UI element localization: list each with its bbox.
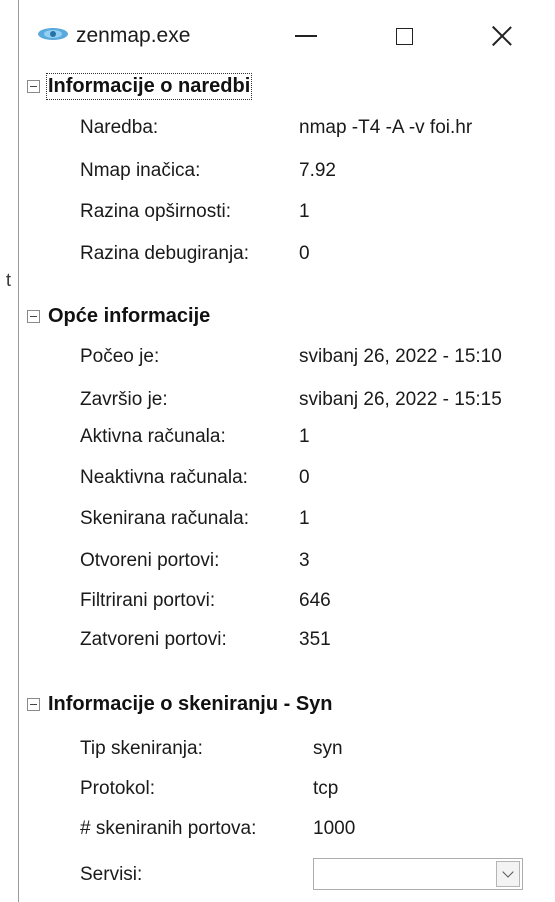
section-header-general-info[interactable]: Opće informacije bbox=[27, 305, 210, 328]
value-filtered-ports: 646 bbox=[299, 590, 331, 611]
label-command: Naredba: bbox=[80, 117, 159, 138]
collapse-icon[interactable] bbox=[27, 698, 40, 711]
close-icon bbox=[491, 25, 513, 47]
section-header-command-info[interactable]: Informacije o naredbi bbox=[27, 73, 253, 100]
label-hosts-scanned: Skenirana računala: bbox=[80, 508, 249, 529]
title-bar[interactable]: zenmap.exe bbox=[19, 0, 555, 70]
minimize-icon bbox=[295, 35, 317, 37]
label-scan-type: Tip skeniranja: bbox=[80, 738, 203, 759]
window-left-border bbox=[18, 0, 19, 902]
label-services: Servisi: bbox=[80, 864, 143, 885]
maximize-icon bbox=[395, 27, 413, 45]
maximize-button[interactable] bbox=[379, 14, 429, 58]
value-command: nmap -T4 -A -v foi.hr bbox=[299, 117, 473, 138]
close-button[interactable] bbox=[477, 14, 527, 58]
label-ports-scanned: # skeniranih portova: bbox=[80, 818, 257, 839]
label-verbosity: Razina opširnosti: bbox=[80, 201, 232, 222]
minimize-button[interactable] bbox=[281, 14, 331, 58]
chevron-down-icon bbox=[502, 866, 514, 878]
label-hosts-down: Neaktivna računala: bbox=[80, 467, 248, 488]
services-dropdown[interactable] bbox=[313, 858, 523, 890]
section-title: Informacije o naredbi bbox=[45, 73, 253, 100]
stray-text: t bbox=[6, 270, 12, 290]
label-finished: Završio je: bbox=[80, 389, 168, 410]
dropdown-button[interactable] bbox=[496, 861, 520, 887]
label-started: Počeo je: bbox=[80, 346, 160, 367]
value-hosts-down: 0 bbox=[299, 467, 310, 488]
section-header-scan-info[interactable]: Informacije o skeniranju - Syn bbox=[27, 693, 333, 716]
label-debug-level: Razina debugiranja: bbox=[80, 243, 250, 264]
value-ports-scanned: 1000 bbox=[313, 818, 356, 839]
value-nmap-version: 7.92 bbox=[299, 160, 336, 181]
label-closed-ports: Zatvoreni portovi: bbox=[80, 629, 227, 650]
value-started: svibanj 26, 2022 - 15:10 bbox=[299, 346, 502, 367]
value-verbosity: 1 bbox=[299, 201, 310, 222]
label-filtered-ports: Filtrirani portovi: bbox=[80, 590, 216, 611]
zenmap-window: t zenmap.exe Informacije o naredbi Nared… bbox=[0, 0, 555, 902]
label-nmap-version: Nmap inačica: bbox=[80, 160, 201, 181]
window-title: zenmap.exe bbox=[76, 24, 191, 47]
collapse-icon[interactable] bbox=[27, 310, 40, 323]
value-hosts-scanned: 1 bbox=[299, 508, 310, 529]
eye-icon bbox=[38, 28, 68, 40]
value-hosts-up: 1 bbox=[299, 426, 310, 447]
value-debug-level: 0 bbox=[299, 243, 310, 264]
value-protocol: tcp bbox=[313, 778, 339, 799]
label-hosts-up: Aktivna računala: bbox=[80, 426, 226, 447]
value-closed-ports: 351 bbox=[299, 629, 331, 650]
section-title: Opće informacije bbox=[48, 305, 211, 327]
value-open-ports: 3 bbox=[299, 550, 310, 571]
section-title: Informacije o skeniranju - Syn bbox=[48, 693, 333, 715]
label-protocol: Protokol: bbox=[80, 778, 155, 799]
value-scan-type: syn bbox=[313, 738, 343, 759]
collapse-icon[interactable] bbox=[27, 80, 40, 93]
value-finished: svibanj 26, 2022 - 15:15 bbox=[299, 389, 502, 410]
label-open-ports: Otvoreni portovi: bbox=[80, 550, 220, 571]
